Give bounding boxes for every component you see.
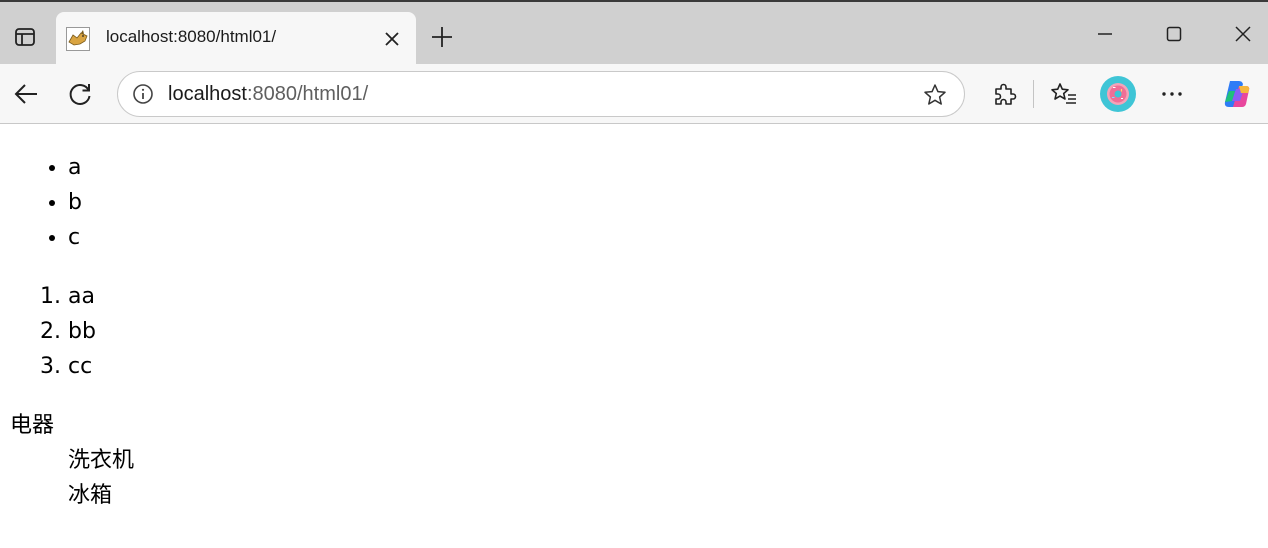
new-tab-button[interactable]: [424, 19, 460, 55]
definition-item: 洗衣机: [68, 448, 135, 473]
minimize-icon: [1098, 33, 1112, 35]
url-host: localhost: [168, 83, 247, 105]
list-item: aa: [68, 279, 96, 314]
minimize-button[interactable]: [1082, 12, 1128, 56]
list-item: cc: [68, 349, 96, 384]
url-text[interactable]: localhost:8080/html01/: [168, 83, 368, 106]
copilot-icon: [1224, 81, 1250, 107]
maximize-button[interactable]: [1151, 12, 1197, 56]
back-button[interactable]: [6, 74, 46, 114]
info-icon: [133, 84, 153, 104]
favorites-list-icon: [1051, 83, 1076, 104]
favorites-button[interactable]: [1044, 74, 1084, 114]
page-content: a b c aa bb cc 电器 洗衣机 冰箱: [0, 125, 1268, 548]
close-icon: [1235, 26, 1251, 42]
close-icon: [385, 32, 399, 46]
list-item: b: [68, 185, 82, 220]
definition-item: 冰箱: [68, 483, 113, 508]
tab-title: localhost:8080/html01/: [106, 27, 277, 46]
tab-strip: localhost:8080/html01/: [0, 0, 1268, 66]
browser-tab[interactable]: localhost:8080/html01/: [56, 12, 416, 66]
tab-actions-button[interactable]: [4, 16, 46, 58]
definition-term: 电器: [10, 413, 55, 438]
address-bar[interactable]: localhost:8080/html01/: [117, 71, 965, 117]
tab-close-button[interactable]: [378, 25, 406, 53]
refresh-icon: [69, 83, 91, 105]
list-item: a: [68, 150, 82, 185]
extensions-button[interactable]: [984, 74, 1024, 114]
profile-avatar[interactable]: [1100, 76, 1136, 112]
plus-icon: [432, 27, 452, 47]
unordered-list: a b c: [0, 150, 82, 255]
list-item: bb: [68, 314, 96, 349]
refresh-button[interactable]: [60, 74, 100, 114]
star-icon: [924, 84, 946, 105]
tab-actions-icon: [15, 28, 35, 46]
ordered-list: aa bb cc: [0, 279, 96, 384]
toolbar-divider: [1033, 80, 1034, 108]
browser-toolbar: localhost:8080/html01/: [0, 64, 1268, 124]
copilot-button[interactable]: [1216, 74, 1256, 114]
definition-list: 电器 洗衣机 冰箱: [10, 408, 134, 513]
add-favorite-button[interactable]: [918, 78, 952, 112]
donut-avatar-icon: [1107, 83, 1129, 105]
more-button[interactable]: [1152, 74, 1192, 114]
list-item: c: [68, 220, 82, 255]
ellipsis-icon: [1162, 92, 1182, 96]
url-path: :8080/html01/: [246, 83, 369, 105]
tomcat-favicon: [66, 27, 90, 51]
maximize-icon: [1166, 26, 1182, 42]
site-info-button[interactable]: [126, 77, 160, 111]
window-close-button[interactable]: [1220, 12, 1266, 56]
back-arrow-icon: [14, 84, 37, 104]
puzzle-icon: [995, 83, 1017, 105]
